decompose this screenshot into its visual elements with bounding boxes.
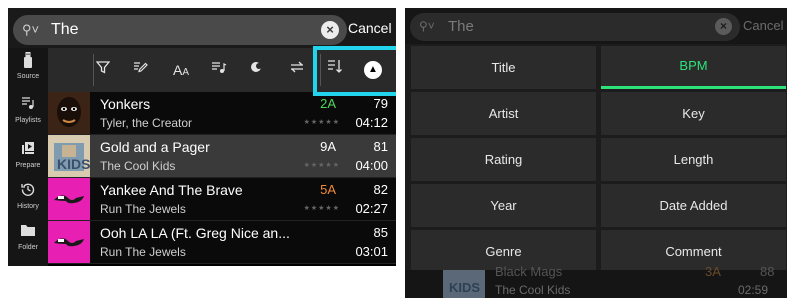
clear-search-icon[interactable]: ×: [321, 21, 339, 39]
track-bpm: 79: [373, 96, 388, 111]
svg-text:KIDS: KIDS: [57, 156, 90, 172]
track-key: 5A: [320, 182, 336, 197]
search-input[interactable]: The: [448, 17, 474, 37]
track-bpm: 82: [373, 182, 388, 197]
cancel-button[interactable]: Cancel: [743, 18, 783, 34]
clear-search-icon[interactable]: ×: [715, 18, 732, 35]
track-key: 3A: [705, 264, 721, 279]
sidebar-item-label: Prepare: [15, 162, 41, 169]
sidebar-item-prepare[interactable]: Prepare: [8, 141, 48, 181]
sort-controls-highlight: [313, 46, 396, 96]
album-art: KIDS: [443, 270, 485, 298]
album-art: KIDS: [48, 135, 90, 177]
track-title: Gold and a Pager: [100, 139, 210, 155]
album-art: [48, 178, 90, 220]
search-field[interactable]: ⚲˅ The ×: [13, 15, 347, 45]
sort-option-key[interactable]: Key: [601, 92, 786, 135]
track-artist: The Cool Kids: [100, 159, 176, 173]
sidebar-item-folder[interactable]: Folder: [8, 223, 48, 263]
sort-option-date-added[interactable]: Date Added: [601, 184, 786, 227]
sort-menu-panel: ⚲˅ The × Cancel Title BPM Artist Key Rat…: [405, 8, 787, 298]
album-art: [48, 221, 90, 263]
prepare-icon: [8, 141, 48, 161]
search-icon: ⚲˅: [22, 22, 40, 37]
track-title: Yankee And The Brave: [100, 182, 243, 198]
track-list: Yonkers Tyler, the Creator 2A 79 ★★★★★ 0…: [48, 92, 396, 266]
rating-stars[interactable]: ★★★★★: [304, 159, 340, 173]
svg-text:KIDS: KIDS: [449, 280, 480, 295]
sort-option-artist[interactable]: Artist: [411, 92, 596, 135]
playlist-icon: [8, 96, 48, 116]
sort-option-title[interactable]: Title: [411, 46, 596, 89]
track-bpm: 88: [760, 264, 775, 279]
album-art: [48, 92, 90, 134]
folder-icon: [8, 223, 48, 243]
track-key: 9A: [320, 139, 336, 154]
track-artist: Tyler, the Creator: [100, 116, 193, 130]
playlist-add-icon[interactable]: [206, 58, 232, 82]
toggle-icon[interactable]: [244, 58, 270, 82]
track-title: Black Mags: [495, 264, 563, 279]
track-bpm: 85: [373, 225, 388, 240]
sidebar-item-label: Folder: [18, 244, 38, 251]
track-length: 02:27: [355, 201, 388, 216]
cancel-button[interactable]: Cancel: [348, 19, 392, 37]
search-icon: ⚲˅: [419, 19, 435, 33]
track-row[interactable]: KIDS Gold and a Pager The Cool Kids 9A 8…: [48, 135, 396, 178]
track-artist: Run The Jewels: [100, 202, 186, 216]
sort-option-rating[interactable]: Rating: [411, 138, 596, 181]
sidebar-item-source[interactable]: Source: [8, 52, 48, 92]
sort-option-year[interactable]: Year: [411, 184, 596, 227]
track-artist: Run The Jewels: [100, 245, 186, 259]
track-artist: The Cool Kids: [495, 283, 571, 297]
track-row[interactable]: Yonkers Tyler, the Creator 2A 79 ★★★★★ 0…: [48, 92, 396, 135]
track-length: 03:01: [355, 244, 388, 259]
filter-icon[interactable]: [90, 58, 116, 82]
sidebar: Source Playlists Prepare History Folder: [8, 48, 48, 266]
track-browser-panel: ⚲˅ The × Cancel AA ▲ Source Playlists Pr…: [8, 8, 396, 266]
rating-stars[interactable]: ★★★★★: [304, 202, 340, 216]
sidebar-item-label: Playlists: [15, 117, 41, 124]
track-title: Yonkers: [100, 96, 151, 112]
search-input[interactable]: The: [51, 20, 79, 40]
track-key: 2A: [320, 96, 336, 111]
track-length: 04:12: [355, 115, 388, 130]
track-row[interactable]: Yankee And The Brave Run The Jewels 5A 8…: [48, 178, 396, 221]
track-row[interactable]: Ooh LA LA (Ft. Greg Nice an... Run The J…: [48, 221, 396, 264]
text-size-icon[interactable]: AA: [168, 58, 194, 82]
track-bpm: 81: [373, 139, 388, 154]
rating-stars[interactable]: ★★★★★: [304, 116, 340, 130]
edit-icon[interactable]: [128, 58, 154, 82]
track-title: Ooh LA LA (Ft. Greg Nice an...: [100, 225, 290, 241]
swap-icon[interactable]: [284, 58, 310, 82]
sidebar-item-label: Source: [16, 73, 40, 80]
track-length: 04:00: [355, 158, 388, 173]
track-length: 02:59: [738, 283, 769, 297]
sort-option-bpm[interactable]: BPM: [601, 46, 786, 89]
sort-option-comment[interactable]: Comment: [601, 230, 786, 273]
history-icon: [8, 182, 48, 202]
sidebar-item-history[interactable]: History: [8, 182, 48, 222]
background-track-row: KIDS Black Mags The Cool Kids 3A 88 02:5…: [405, 264, 787, 298]
sort-option-length[interactable]: Length: [601, 138, 786, 181]
sidebar-item-label: History: [17, 203, 39, 210]
search-bar: ⚲˅ The × Cancel: [8, 8, 396, 48]
sort-options-grid: Title BPM Artist Key Rating Length Year …: [411, 46, 787, 273]
usb-icon: [8, 52, 48, 72]
search-field[interactable]: ⚲˅ The ×: [410, 13, 740, 41]
sidebar-item-playlists[interactable]: Playlists: [8, 96, 48, 136]
search-bar: ⚲˅ The × Cancel: [405, 8, 787, 44]
